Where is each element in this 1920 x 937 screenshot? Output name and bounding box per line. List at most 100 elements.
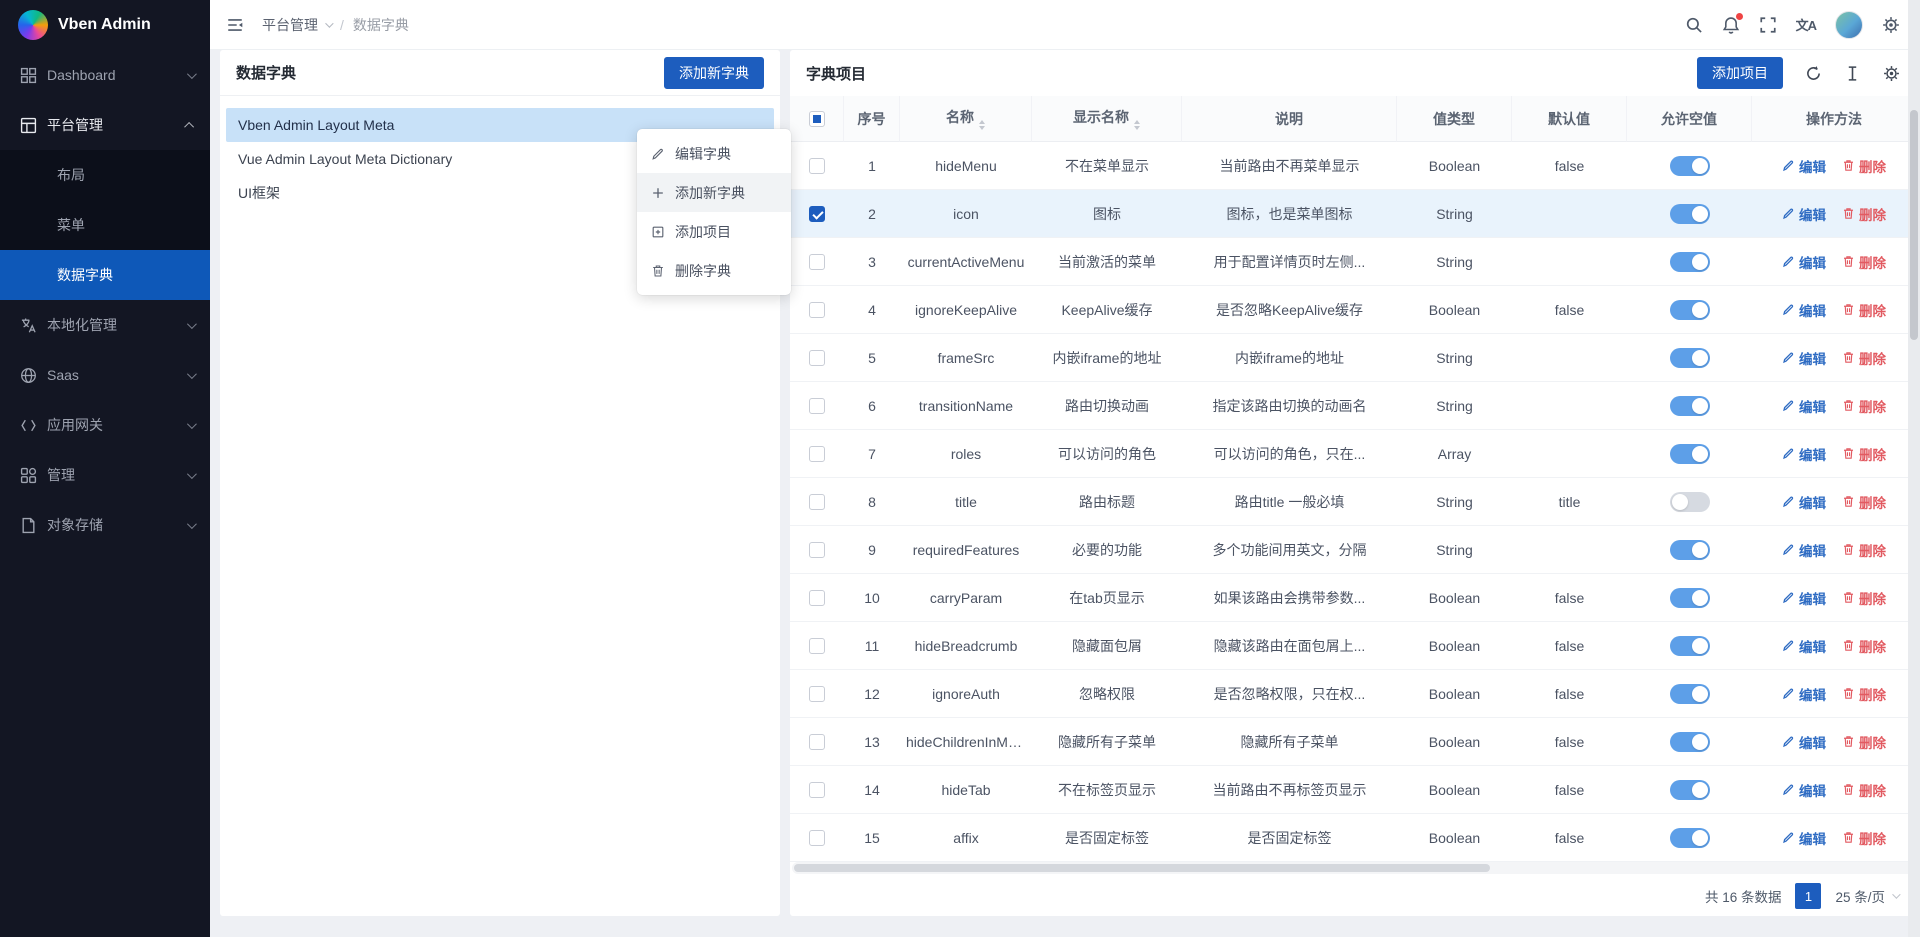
row-checkbox[interactable] xyxy=(809,782,825,798)
edit-link[interactable]: 编辑 xyxy=(1782,540,1826,560)
nullable-toggle[interactable] xyxy=(1670,492,1710,512)
edit-link[interactable]: 编辑 xyxy=(1782,348,1826,368)
context-menu-edit-dictionary[interactable]: 编辑字典 xyxy=(637,134,791,173)
fullscreen-icon[interactable] xyxy=(1759,16,1777,34)
context-menu-add-item[interactable]: 添加项目 xyxy=(637,212,791,251)
row-checkbox[interactable] xyxy=(809,254,825,270)
table-row[interactable]: 13 hideChildrenInMenu 隐藏所有子菜单 隐藏所有子菜单 Bo… xyxy=(790,718,1916,766)
user-avatar[interactable] xyxy=(1835,11,1863,39)
sort-icon[interactable] xyxy=(979,120,985,130)
delete-link[interactable]: 删除 xyxy=(1842,444,1886,464)
nullable-toggle[interactable] xyxy=(1670,300,1710,320)
row-checkbox[interactable] xyxy=(809,734,825,750)
sidebar-item-localization[interactable]: 本地化管理 xyxy=(0,300,210,350)
sidebar-item-saas[interactable]: Saas xyxy=(0,350,210,400)
sidebar-item-data-dictionary[interactable]: 数据字典 xyxy=(0,250,210,300)
table-row[interactable]: 6 transitionName 路由切换动画 指定该路由切换的动画名 Stri… xyxy=(790,382,1916,430)
column-height-icon[interactable] xyxy=(1844,65,1861,82)
page-size-select[interactable]: 25 条/页 xyxy=(1835,886,1898,906)
nullable-toggle[interactable] xyxy=(1670,684,1710,704)
app-logo[interactable]: Vben Admin xyxy=(0,0,210,50)
context-menu-add-dictionary[interactable]: 添加新字典 xyxy=(637,173,791,212)
nullable-toggle[interactable] xyxy=(1670,204,1710,224)
edit-link[interactable]: 编辑 xyxy=(1782,252,1826,272)
edit-link[interactable]: 编辑 xyxy=(1782,444,1826,464)
edit-link[interactable]: 编辑 xyxy=(1782,828,1826,848)
table-row[interactable]: 10 carryParam 在tab页显示 如果该路由会携带参数... Bool… xyxy=(790,574,1916,622)
sidebar-item-layout[interactable]: 布局 xyxy=(0,150,210,200)
row-checkbox[interactable] xyxy=(809,830,825,846)
horizontal-scrollbar[interactable] xyxy=(792,862,1914,874)
sidebar-item-app-gateway[interactable]: 应用网关 xyxy=(0,400,210,450)
delete-link[interactable]: 删除 xyxy=(1842,204,1886,224)
table-settings-gear-icon[interactable] xyxy=(1883,65,1900,82)
table-row[interactable]: 15 affix 是否固定标签 是否固定标签 Boolean false 编辑 … xyxy=(790,814,1916,862)
nullable-toggle[interactable] xyxy=(1670,780,1710,800)
delete-link[interactable]: 删除 xyxy=(1842,588,1886,608)
edit-link[interactable]: 编辑 xyxy=(1782,204,1826,224)
edit-link[interactable]: 编辑 xyxy=(1782,156,1826,176)
refresh-icon[interactable] xyxy=(1805,65,1822,82)
notification-bell-icon[interactable] xyxy=(1722,16,1740,34)
search-icon[interactable] xyxy=(1685,16,1703,34)
row-checkbox[interactable] xyxy=(809,206,825,222)
table-row[interactable]: 12 ignoreAuth 忽略权限 是否忽略权限，只在权... Boolean… xyxy=(790,670,1916,718)
sidebar-item-platform-management[interactable]: 平台管理 xyxy=(0,100,210,150)
nullable-toggle[interactable] xyxy=(1670,636,1710,656)
table-row[interactable]: 9 requiredFeatures 必要的功能 多个功能间用英文，分隔 Str… xyxy=(790,526,1916,574)
edit-link[interactable]: 编辑 xyxy=(1782,636,1826,656)
row-checkbox[interactable] xyxy=(809,638,825,654)
vertical-scrollbar[interactable] xyxy=(1908,0,1920,937)
nullable-toggle[interactable] xyxy=(1670,540,1710,560)
row-checkbox[interactable] xyxy=(809,494,825,510)
table-row[interactable]: 4 ignoreKeepAlive KeepAlive缓存 是否忽略KeepAl… xyxy=(790,286,1916,334)
add-item-button[interactable]: 添加项目 xyxy=(1697,57,1783,89)
nullable-toggle[interactable] xyxy=(1670,444,1710,464)
table-row[interactable]: 7 roles 可以访问的角色 可以访问的角色，只在... Array 编辑 删… xyxy=(790,430,1916,478)
row-checkbox[interactable] xyxy=(809,158,825,174)
nullable-toggle[interactable] xyxy=(1670,396,1710,416)
edit-link[interactable]: 编辑 xyxy=(1782,588,1826,608)
menu-fold-icon[interactable] xyxy=(226,14,248,36)
vertical-scrollbar-thumb[interactable] xyxy=(1910,110,1918,340)
table-row[interactable]: 11 hideBreadcrumb 隐藏面包屑 隐藏该路由在面包屑上... Bo… xyxy=(790,622,1916,670)
edit-link[interactable]: 编辑 xyxy=(1782,396,1826,416)
sidebar-item-dashboard[interactable]: Dashboard xyxy=(0,50,210,100)
delete-link[interactable]: 删除 xyxy=(1842,300,1886,320)
nullable-toggle[interactable] xyxy=(1670,156,1710,176)
breadcrumb-item-platform[interactable]: 平台管理 xyxy=(262,15,331,35)
edit-link[interactable]: 编辑 xyxy=(1782,732,1826,752)
sidebar-item-management[interactable]: 管理 xyxy=(0,450,210,500)
delete-link[interactable]: 删除 xyxy=(1842,252,1886,272)
sidebar-item-object-storage[interactable]: 对象存储 xyxy=(0,500,210,550)
delete-link[interactable]: 删除 xyxy=(1842,396,1886,416)
sidebar-item-menu[interactable]: 菜单 xyxy=(0,200,210,250)
row-checkbox[interactable] xyxy=(809,590,825,606)
table-row[interactable]: 3 currentActiveMenu 当前激活的菜单 用于配置详情页时左侧..… xyxy=(790,238,1916,286)
table-row[interactable]: 14 hideTab 不在标签页显示 当前路由不再标签页显示 Boolean f… xyxy=(790,766,1916,814)
nullable-toggle[interactable] xyxy=(1670,588,1710,608)
delete-link[interactable]: 删除 xyxy=(1842,156,1886,176)
delete-link[interactable]: 删除 xyxy=(1842,636,1886,656)
delete-link[interactable]: 删除 xyxy=(1842,492,1886,512)
select-all-checkbox[interactable] xyxy=(809,111,825,127)
sort-icon[interactable] xyxy=(1134,120,1140,130)
translate-icon[interactable]: 文A xyxy=(1796,15,1816,34)
delete-link[interactable]: 删除 xyxy=(1842,540,1886,560)
nullable-toggle[interactable] xyxy=(1670,252,1710,272)
table-row[interactable]: 1 hideMenu 不在菜单显示 当前路由不再菜单显示 Boolean fal… xyxy=(790,142,1916,190)
page-number-button[interactable]: 1 xyxy=(1795,883,1821,909)
horizontal-scrollbar-thumb[interactable] xyxy=(794,864,1490,872)
row-checkbox[interactable] xyxy=(809,302,825,318)
settings-gear-icon[interactable] xyxy=(1882,16,1900,34)
row-checkbox[interactable] xyxy=(809,542,825,558)
row-checkbox[interactable] xyxy=(809,350,825,366)
delete-link[interactable]: 删除 xyxy=(1842,828,1886,848)
edit-link[interactable]: 编辑 xyxy=(1782,684,1826,704)
table-row[interactable]: 5 frameSrc 内嵌iframe的地址 内嵌iframe的地址 Strin… xyxy=(790,334,1916,382)
col-name[interactable]: 名称 xyxy=(900,96,1032,142)
edit-link[interactable]: 编辑 xyxy=(1782,492,1826,512)
delete-link[interactable]: 删除 xyxy=(1842,732,1886,752)
nullable-toggle[interactable] xyxy=(1670,348,1710,368)
row-checkbox[interactable] xyxy=(809,686,825,702)
